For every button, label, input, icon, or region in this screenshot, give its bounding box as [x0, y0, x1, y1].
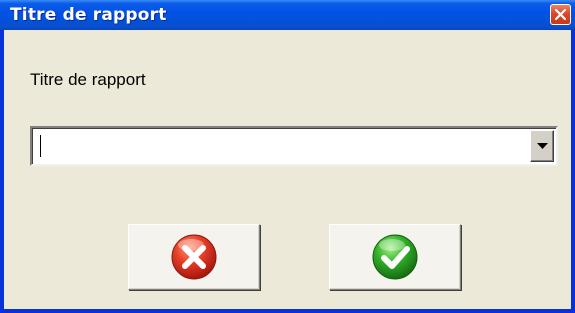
ok-check-icon: [372, 234, 418, 280]
window-title: Titre de rapport: [10, 5, 167, 25]
dialog-window: Titre de rapport Titre de rapport: [0, 0, 575, 313]
report-title-input[interactable]: [36, 133, 520, 159]
report-title-label: Titre de rapport: [30, 70, 146, 89]
combo-dropdown-button[interactable]: [530, 130, 554, 162]
report-title-combobox[interactable]: [30, 126, 558, 166]
title-bar[interactable]: Titre de rapport: [0, 0, 575, 30]
close-button[interactable]: [550, 4, 571, 25]
ok-button[interactable]: [329, 224, 461, 290]
cancel-button[interactable]: [128, 224, 260, 290]
text-caret: [40, 135, 41, 157]
cancel-x-icon: [171, 234, 217, 280]
close-icon: [554, 8, 567, 21]
chevron-down-icon: [537, 143, 548, 149]
